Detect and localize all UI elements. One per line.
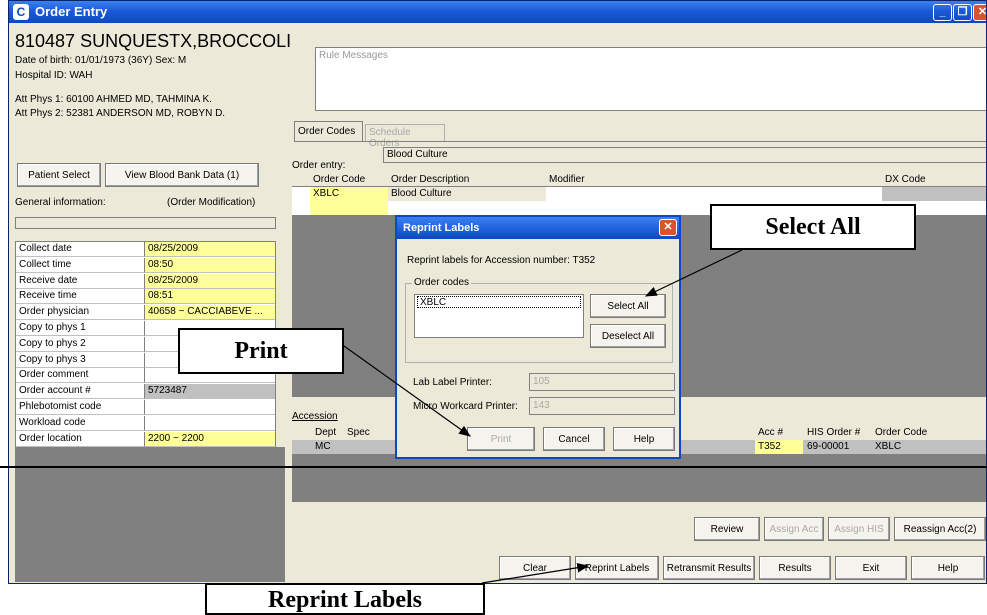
callout-arrows <box>343 249 743 584</box>
arrow-select-all <box>644 249 743 297</box>
arrow-print <box>343 345 471 437</box>
arrow-reprint-labels <box>481 562 590 584</box>
